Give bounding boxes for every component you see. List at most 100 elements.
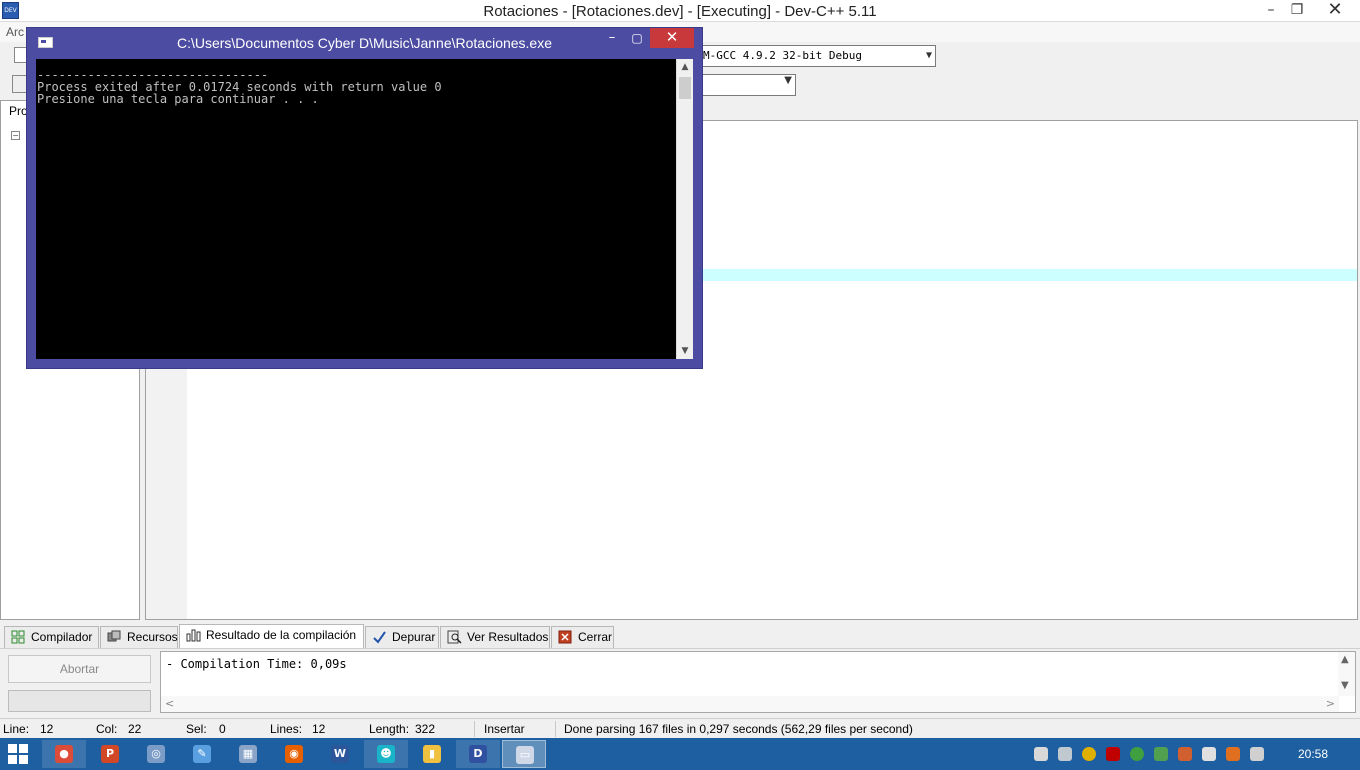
menu-archivo[interactable]: Arc xyxy=(6,25,24,39)
status-message: Done parsing 167 files in 0,297 seconds … xyxy=(564,722,913,736)
tab-label: Ver Resultados xyxy=(467,630,549,644)
tab-label: Cerrar xyxy=(578,630,613,644)
secondary-select[interactable]: ▼ xyxy=(700,74,796,96)
resources-icon xyxy=(107,630,121,642)
taskbar-clock[interactable]: 20:58 xyxy=(1298,747,1328,761)
update-icon[interactable] xyxy=(1130,747,1144,761)
compile-progress-bar xyxy=(8,690,151,712)
speaker-icon[interactable] xyxy=(1034,747,1048,761)
status-lines-value: 12 xyxy=(312,722,326,736)
file-explorer-icon: ▮ xyxy=(423,745,441,763)
compile-output-panel: Abortar - Compilation Time: 0,09s ▲ ▼ < … xyxy=(0,648,1360,716)
scroll-left-icon[interactable]: < xyxy=(165,697,174,710)
network-app-icon: ◎ xyxy=(147,745,165,763)
scroll-thumb[interactable] xyxy=(679,77,691,99)
status-divider xyxy=(474,721,475,737)
scroll-right-icon[interactable]: > xyxy=(1326,697,1335,710)
scroll-up-icon[interactable]: ▲ xyxy=(1341,654,1349,665)
tab-recursos[interactable]: Recursos xyxy=(100,626,178,648)
calculator-icon: ▦ xyxy=(239,745,257,763)
taskbar-app-network-app[interactable]: ◎ xyxy=(134,740,178,768)
windows-start-icon[interactable] xyxy=(8,744,28,764)
status-length-value: 322 xyxy=(415,722,436,736)
tab-label: Resultado de la compilación xyxy=(206,628,357,642)
status-sel-label: Sel: xyxy=(186,722,207,736)
tab-resultado-compilacion[interactable]: Resultado de la compilación xyxy=(179,624,364,648)
compiler-select-value: M-GCC 4.9.2 32-bit Debug xyxy=(703,49,862,62)
status-lines-label: Lines: xyxy=(270,722,303,736)
status-line-label: Line: xyxy=(3,722,30,736)
taskbar: ● P ◎ ✎ ▦ ◉ W ☻ ▮ D ▭ 20:58 xyxy=(0,738,1360,770)
status-insert-mode: Insertar xyxy=(484,722,525,736)
status-col-label: Col: xyxy=(96,722,118,736)
console-scrollbar[interactable]: ▲ ▼ xyxy=(676,59,693,359)
taskbar-app-calculator[interactable]: ▦ xyxy=(226,740,270,768)
compiler-select[interactable]: M-GCC 4.9.2 32-bit Debug ▼ xyxy=(700,45,936,67)
flag-icon[interactable] xyxy=(1178,747,1192,761)
grid-icon xyxy=(11,630,25,644)
tab-label: Compilador xyxy=(31,630,93,644)
abort-button[interactable]: Abortar xyxy=(8,655,151,683)
taskbar-app-console-app[interactable]: ▭ xyxy=(502,740,546,768)
security-icon[interactable] xyxy=(1154,747,1168,761)
tools-icon[interactable] xyxy=(1202,747,1216,761)
console-output[interactable]: -------------------------------- Process… xyxy=(36,59,676,359)
main-minimize-button[interactable]: – xyxy=(1258,0,1284,22)
devcpp-icon: D xyxy=(469,745,487,763)
status-col-value: 22 xyxy=(128,722,142,736)
main-restore-button[interactable]: ❐ xyxy=(1284,0,1310,22)
taskbar-app-firefox[interactable]: ◉ xyxy=(272,740,316,768)
chevron-down-icon: ▼ xyxy=(925,50,932,61)
console-window[interactable]: C:\Users\Documentos Cyber D\Music\Janne\… xyxy=(26,27,703,369)
tab-label: Depurar xyxy=(392,630,436,644)
powerpoint-icon: P xyxy=(101,745,119,763)
console-maximize-button[interactable]: ▢ xyxy=(625,29,649,49)
java-icon[interactable] xyxy=(1226,747,1240,761)
status-bar: Line: 12 Col: 22 Sel: 0 Lines: 12 Length… xyxy=(0,718,1360,738)
compile-log[interactable]: - Compilation Time: 0,09s ▲ ▼ < > xyxy=(160,651,1356,713)
taskbar-app-messenger-app[interactable]: ☻ xyxy=(364,740,408,768)
taskbar-app-word[interactable]: W xyxy=(318,740,362,768)
status-sel-value: 0 xyxy=(219,722,226,736)
status-line-value: 12 xyxy=(40,722,54,736)
tab-ver-resultados[interactable]: Ver Resultados xyxy=(440,626,550,648)
console-minimize-button[interactable]: – xyxy=(600,29,624,49)
main-window-title: Rotaciones - [Rotaciones.dev] - [Executi… xyxy=(483,3,877,20)
check-icon xyxy=(373,631,386,644)
scroll-up-icon[interactable]: ▲ xyxy=(677,59,693,75)
word-icon: W xyxy=(331,745,349,763)
status-divider xyxy=(555,721,556,737)
chevron-down-icon: ▼ xyxy=(784,75,792,86)
firefox-icon: ◉ xyxy=(285,745,303,763)
bottom-tab-bar: Compilador Recursos Resultado de la comp… xyxy=(0,624,1360,648)
compile-log-text: - Compilation Time: 0,09s xyxy=(166,657,347,671)
main-title-bar: DEV Rotaciones - [Rotaciones.dev] - [Exe… xyxy=(0,0,1360,22)
main-close-button[interactable]: ✕ xyxy=(1312,0,1358,22)
network-icon[interactable] xyxy=(1058,747,1072,761)
volume-icon[interactable] xyxy=(1250,747,1264,761)
status-length-label: Length: xyxy=(369,722,410,736)
taskbar-app-devcpp[interactable]: D xyxy=(456,740,500,768)
console-close-button[interactable]: ✕ xyxy=(650,28,694,48)
console-app-icon: ▭ xyxy=(516,746,534,764)
chrome-icon: ● xyxy=(55,745,73,763)
taskbar-app-chrome[interactable]: ● xyxy=(42,740,86,768)
bar-chart-icon xyxy=(186,629,201,642)
tab-cerrar[interactable]: Cerrar xyxy=(551,626,614,648)
magnifier-icon xyxy=(447,630,462,644)
taskbar-app-powerpoint[interactable]: P xyxy=(88,740,132,768)
messenger-app-icon: ☻ xyxy=(377,745,395,763)
tab-depurar[interactable]: Depurar xyxy=(365,626,439,648)
norton-icon[interactable] xyxy=(1082,747,1096,761)
scroll-down-icon[interactable]: ▼ xyxy=(677,343,693,359)
taskbar-app-file-explorer[interactable]: ▮ xyxy=(410,740,454,768)
log-horizontal-scrollbar[interactable]: < > xyxy=(161,696,1339,712)
tree-expander-icon[interactable]: − xyxy=(11,131,20,140)
tab-compilador[interactable]: Compilador xyxy=(4,626,99,648)
log-vertical-scrollbar[interactable]: ▲ ▼ xyxy=(1338,652,1355,696)
close-panel-icon xyxy=(558,630,572,644)
acrobat-icon[interactable] xyxy=(1106,747,1120,761)
paint-app-icon: ✎ xyxy=(193,745,211,763)
scroll-down-icon[interactable]: ▼ xyxy=(1341,680,1349,691)
taskbar-app-paint-app[interactable]: ✎ xyxy=(180,740,224,768)
